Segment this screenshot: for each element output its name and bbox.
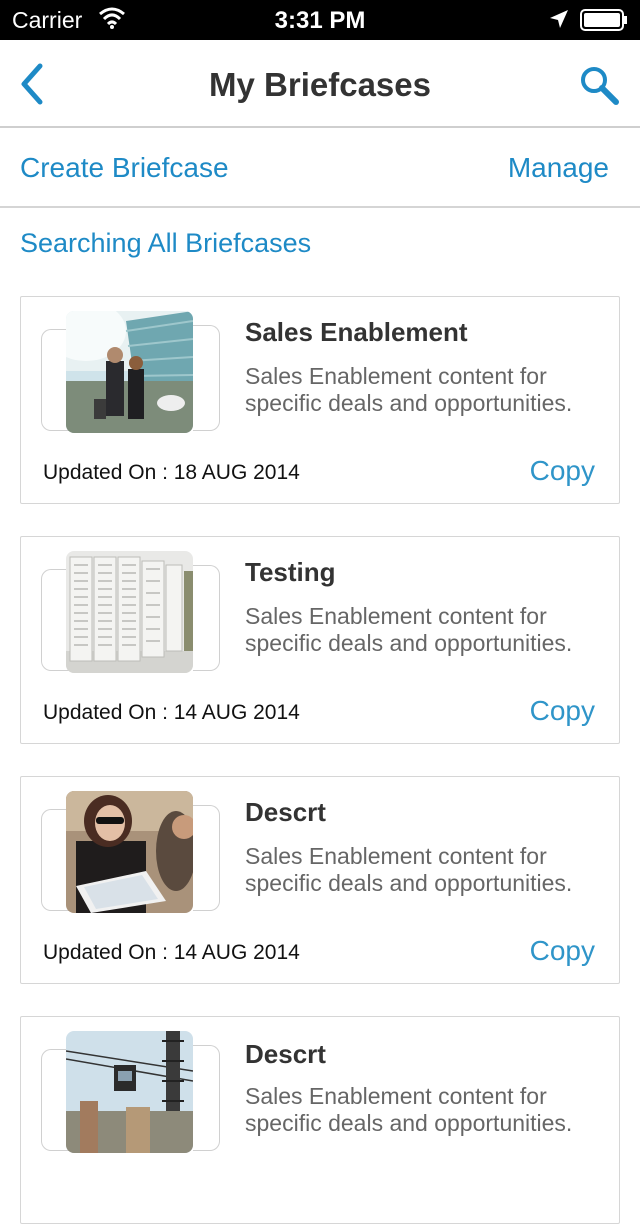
search-icon[interactable] [578, 64, 620, 106]
copy-button[interactable]: Copy [530, 695, 595, 727]
briefcase-thumbnail-stack [41, 551, 225, 675]
briefcase-title: Descrt [245, 1039, 326, 1069]
stack-back-right [193, 325, 220, 431]
copy-button[interactable]: Copy [530, 935, 595, 967]
status-bar: Carrier 3:31 PM [0, 0, 640, 40]
briefcase-updated-date: Updated On : 14 AUG 2014 [43, 941, 300, 964]
briefcase-title: Sales Enablement [245, 317, 468, 347]
business-people-walking-photo [66, 311, 193, 433]
briefcase-thumbnail-stack [41, 1031, 225, 1155]
briefcase-updated-date: Updated On : 18 AUG 2014 [43, 461, 300, 484]
battery-icon [580, 9, 627, 31]
create-briefcase-button[interactable]: Create Briefcase [20, 152, 229, 184]
briefcase-card[interactable]: Testing Sales Enablement content for spe… [20, 536, 620, 744]
stack-back-right [193, 565, 220, 671]
briefcase-card[interactable]: Sales Enablement Sales Enablement conten… [20, 296, 620, 504]
search-scope-label: Searching All Briefcases [20, 228, 312, 258]
page-title: My Briefcases [209, 66, 431, 103]
clock: 3:31 PM [274, 7, 366, 34]
briefcase-updated-date: Updated On : 14 AUG 2014 [43, 701, 300, 724]
stack-back-right [193, 1045, 220, 1151]
briefcase-description: Sales Enablement content for specific de… [245, 843, 573, 896]
briefcase-thumbnail-stack [41, 791, 225, 915]
stack-back-right [193, 805, 220, 911]
copy-button[interactable]: Copy [530, 455, 595, 487]
briefcase-thumbnail-stack [41, 311, 225, 435]
briefcase-description: Sales Enablement content for specific de… [245, 603, 573, 656]
briefcase-card[interactable]: Descrt Sales Enablement content for spec… [20, 1016, 620, 1224]
manage-button[interactable]: Manage [508, 152, 609, 184]
briefcase-action-bar: Create Briefcase Manage [0, 128, 640, 208]
briefcase-description: Sales Enablement content for specific de… [245, 1083, 573, 1136]
city-tramway-photo [66, 1031, 193, 1153]
briefcase-title: Testing [245, 557, 336, 587]
location-arrow-icon [550, 10, 568, 28]
woman-on-phone-with-tablet-photo [66, 791, 193, 913]
server-racks-photo [66, 551, 193, 673]
briefcase-card[interactable]: Descrt Sales Enablement content for spec… [20, 776, 620, 984]
briefcase-title: Descrt [245, 797, 326, 827]
navigation-bar: My Briefcases [0, 40, 640, 128]
briefcase-description: Sales Enablement content for specific de… [245, 363, 573, 416]
